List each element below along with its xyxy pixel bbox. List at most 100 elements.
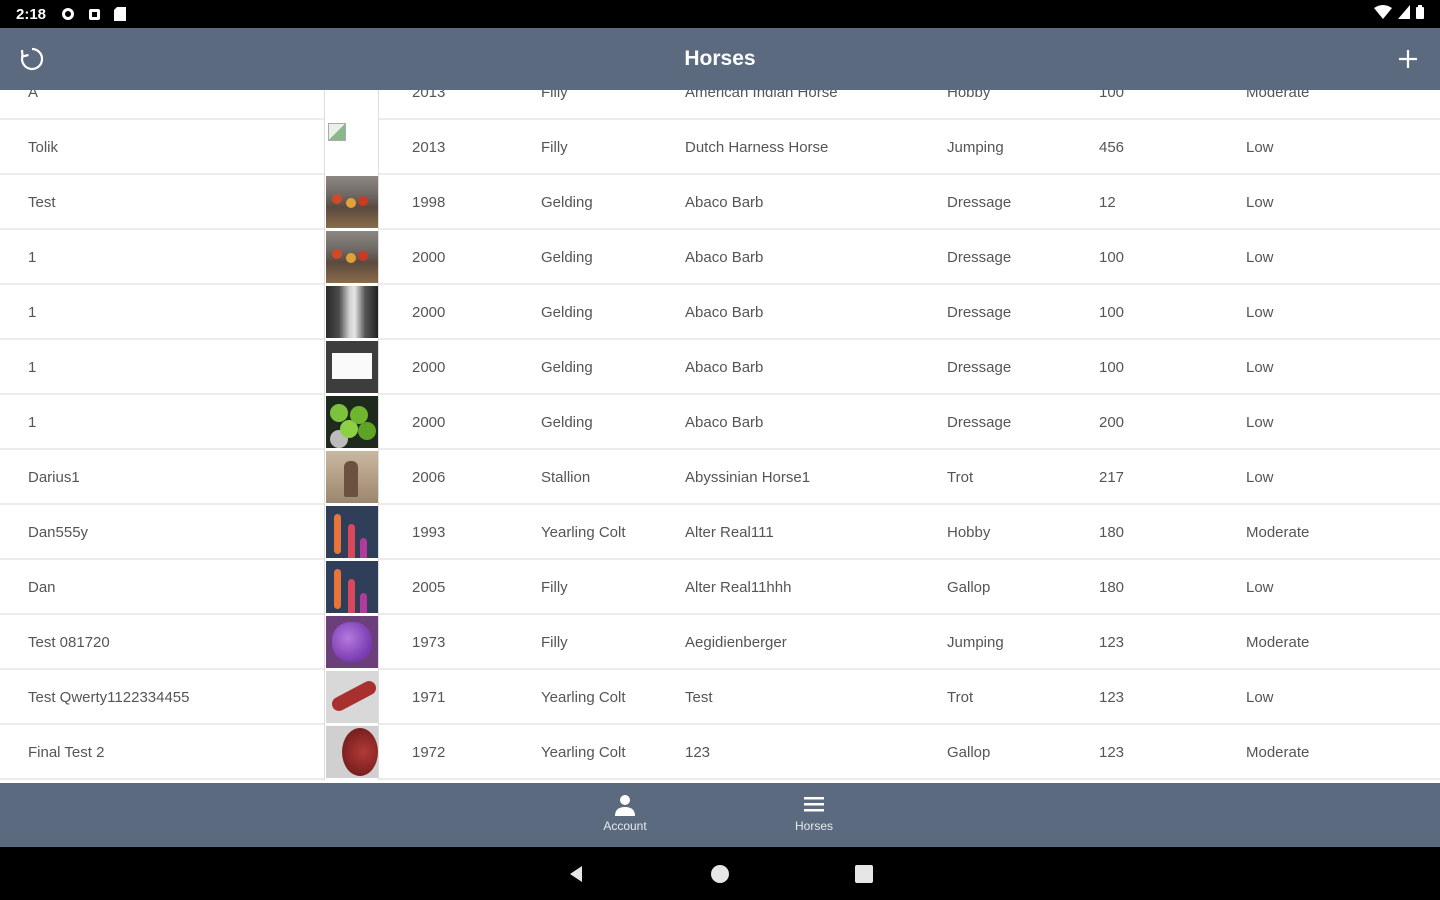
- home-icon[interactable]: [707, 861, 733, 887]
- horse-discipline: Dressage: [947, 249, 1012, 266]
- horse-level: Low: [1246, 469, 1274, 486]
- nav-account-label: Account: [603, 819, 647, 833]
- horse-level: Moderate: [1246, 90, 1310, 101]
- nav-horses[interactable]: Horses: [769, 791, 859, 833]
- horse-sex: Yearling Colt: [541, 689, 626, 706]
- horse-photo-cell: [324, 395, 379, 450]
- table-row[interactable]: Dan 2005 Filly Alter Real11hhh Gallop 180 Low: [0, 560, 1440, 615]
- horse-discipline: Jumping: [947, 634, 1004, 651]
- horse-year: 2013: [412, 90, 446, 101]
- horse-breed: Abyssinian Horse1: [685, 469, 811, 486]
- back-icon[interactable]: [563, 861, 589, 887]
- horse-discipline: Hobby: [947, 90, 991, 101]
- table-row[interactable]: A 2013 Filly American Indian Horse Hobby 100 M…: [0, 90, 1440, 120]
- horse-photo-cell: [324, 725, 379, 780]
- horse-name: Test Qwerty1122334455: [28, 689, 190, 706]
- table-row[interactable]: Test Qwerty1122334455 1971 Yearling Colt Te…: [0, 670, 1440, 725]
- horse-sex: Gelding: [541, 359, 593, 376]
- table-row[interactable]: 1 2000 Gelding Abaco Barb Dressage 200 Low: [0, 395, 1440, 450]
- horse-photo: [326, 341, 378, 393]
- horse-name: Test: [28, 194, 56, 211]
- horse-photo: [326, 396, 378, 448]
- horse-photo: [326, 176, 378, 228]
- horse-value: 100: [1099, 90, 1125, 101]
- horse-photo-cell: [324, 230, 379, 285]
- horse-value: 456: [1099, 139, 1125, 156]
- table-row[interactable]: Test 1998 Gelding Abaco Barb Dressage 12 Low: [0, 175, 1440, 230]
- horse-year: 2000: [412, 414, 446, 431]
- horse-sex: Filly: [541, 579, 568, 596]
- sd-card-icon: [112, 6, 128, 22]
- status-bar: 2:18: [0, 0, 1440, 28]
- battery-icon: [1416, 4, 1424, 24]
- horse-photo: [326, 121, 378, 173]
- horse-photo-cell: [324, 340, 379, 395]
- horse-name: 1: [28, 359, 37, 376]
- horse-sex: Yearling Colt: [541, 744, 626, 761]
- horse-name: Final Test 2: [28, 744, 105, 761]
- horse-sex: Filly: [541, 634, 568, 651]
- table-row[interactable]: 1 2000 Gelding Abaco Barb Dressage 100 Low: [0, 230, 1440, 285]
- nav-account[interactable]: Account: [580, 791, 670, 833]
- horse-discipline: Gallop: [947, 744, 991, 761]
- horse-name: A: [28, 90, 39, 101]
- horse-photo-cell: [324, 120, 379, 175]
- horse-value: 123: [1099, 689, 1125, 706]
- horse-discipline: Hobby: [947, 524, 991, 541]
- horse-value: 12: [1099, 194, 1116, 211]
- horse-name: Test 081720: [28, 634, 110, 651]
- horse-year: 2005: [412, 579, 446, 596]
- horse-discipline: Gallop: [947, 579, 991, 596]
- table-row[interactable]: Dan555y 1993 Yearling Colt Alter Real111 Hob…: [0, 505, 1440, 560]
- add-icon[interactable]: [1392, 43, 1424, 75]
- table-row[interactable]: Test 081720 1973 Filly Aegidienberger Jumpin…: [0, 615, 1440, 670]
- horse-name: Dan555y: [28, 524, 89, 541]
- horse-photo-cell: [324, 670, 379, 725]
- horse-year: 2006: [412, 469, 446, 486]
- horse-discipline: Trot: [947, 689, 974, 706]
- table-row[interactable]: Final Test 2 1972 Yearling Colt 123 Gallop 12…: [0, 725, 1440, 780]
- table-row[interactable]: Tolik 2013 Filly Dutch Harness Horse Jumping…: [0, 120, 1440, 175]
- wifi-icon: [1374, 4, 1392, 24]
- horse-sex: Gelding: [541, 194, 593, 211]
- horse-discipline: Dressage: [947, 414, 1012, 431]
- horse-year: 2013: [412, 139, 446, 156]
- horse-photo-cell: [324, 615, 379, 670]
- horse-photo: [326, 616, 378, 668]
- table-row[interactable]: Darius1 2006 Stallion Abyssinian Horse1 Trot…: [0, 450, 1440, 505]
- horse-value: 180: [1099, 524, 1125, 541]
- horse-photo-cell: [324, 560, 379, 615]
- horse-photo: [326, 451, 378, 503]
- horse-year: 2000: [412, 359, 446, 376]
- person-icon: [580, 791, 670, 819]
- horse-breed: Test: [685, 689, 713, 706]
- horse-breed: Abaco Barb: [685, 414, 764, 431]
- horse-level: Moderate: [1246, 634, 1310, 651]
- horse-photo-cell: [324, 505, 379, 560]
- horse-value: 217: [1099, 469, 1125, 486]
- horse-value: 200: [1099, 414, 1125, 431]
- app-bar: Horses: [0, 28, 1440, 90]
- horse-photo: [326, 506, 378, 558]
- recents-icon[interactable]: [851, 861, 877, 887]
- nav-horses-label: Horses: [794, 819, 833, 833]
- horse-photo: [326, 726, 378, 778]
- status-time: 2:18: [16, 5, 47, 23]
- horse-breed: Alter Real11hhh: [685, 579, 792, 596]
- horse-value: 180: [1099, 579, 1125, 596]
- horse-name: Darius1: [28, 469, 80, 486]
- list-icon: [769, 791, 859, 819]
- horse-list[interactable]: A 2013 Filly American Indian Horse Hobby 100 M…: [0, 90, 1440, 783]
- horse-year: 1993: [412, 524, 446, 541]
- horse-photo-cell: [324, 175, 379, 230]
- horse-level: Moderate: [1246, 744, 1310, 761]
- table-row[interactable]: 1 2000 Gelding Abaco Barb Dressage 100 Low: [0, 340, 1440, 395]
- horse-year: 1972: [412, 744, 446, 761]
- table-row[interactable]: 1 2000 Gelding Abaco Barb Dressage 100 Low: [0, 285, 1440, 340]
- horse-photo-cell: [324, 285, 379, 340]
- horse-value: 100: [1099, 249, 1125, 266]
- horse-year: 2000: [412, 304, 446, 321]
- horse-level: Low: [1246, 194, 1274, 211]
- horse-value: 123: [1099, 744, 1125, 761]
- settings-icon: [60, 6, 76, 22]
